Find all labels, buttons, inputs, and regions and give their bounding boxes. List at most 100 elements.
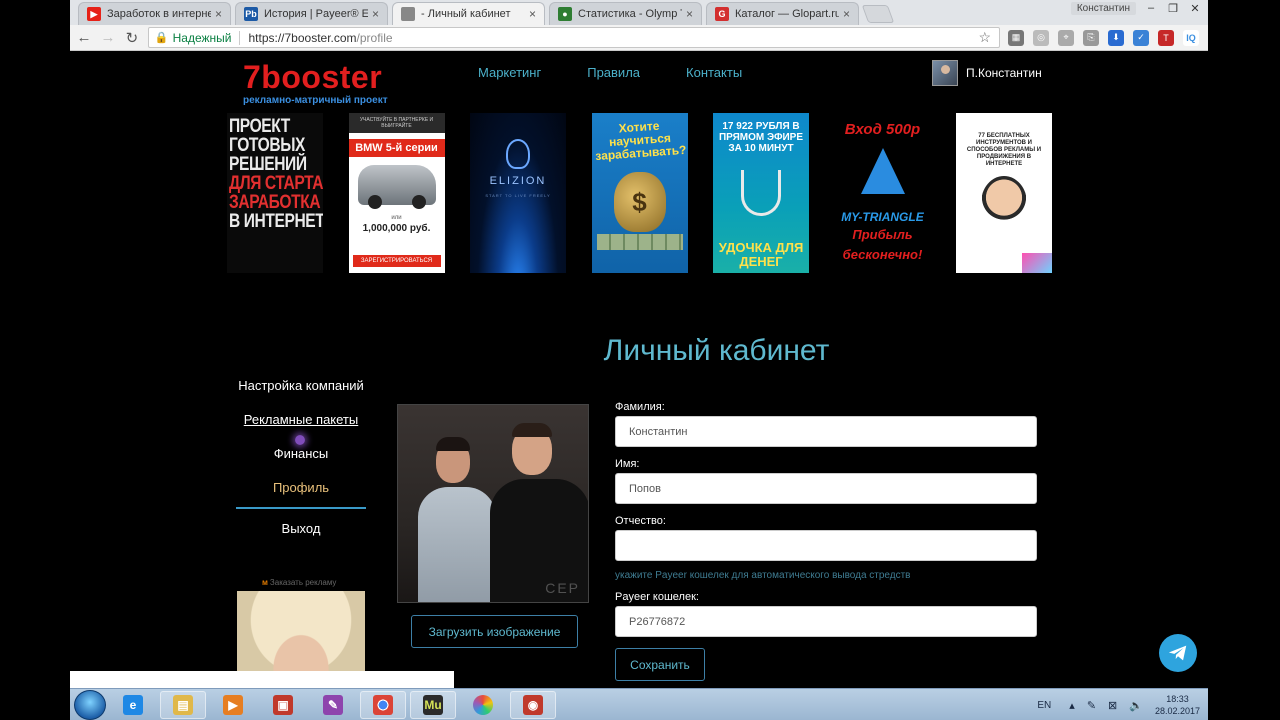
extension-icon[interactable]: ◎ [1033,29,1049,46]
banner-bmw[interactable]: УЧАСТВУЙТЕ В ПАРТНЕРКЕ И ВЫИГРАЙТЕ BMW 5… [348,113,445,273]
secure-label: Надежный [172,30,232,45]
logo-text: 7booster [243,59,383,95]
user-menu[interactable]: П.Константин [932,60,1042,86]
save-button[interactable]: Сохранить [615,648,705,681]
explorer-icon[interactable]: ▤ [160,690,206,719]
extension-icon[interactable]: T [1158,29,1174,46]
tab-close-icon[interactable]: × [215,7,222,21]
browser-tab[interactable]: Pb История | Payeer® E-W × [235,2,388,25]
photo-watermark: СЕР [545,580,580,596]
order-ad-label[interactable]: м Заказать рекламу [262,578,336,587]
mouse-cursor [295,435,305,445]
payeer-wallet-field[interactable]: P26776872 [615,606,1037,637]
chrome-icon[interactable] [360,690,406,719]
muse-icon[interactable]: Mu [410,690,456,719]
tab-title: Заработок в интернете [107,8,211,20]
tab-close-icon[interactable]: × [686,7,693,21]
banner-77-tools[interactable]: 77 БЕСПЛАТНЫХ ИНСТРУМЕНТОВ И СПОСОБОВ РЕ… [956,113,1052,273]
pinwheel-app-icon[interactable] [460,691,506,719]
screen-recorder-icon[interactable]: ◉ [510,690,556,719]
youtube-icon: ▶ [87,7,101,21]
tab-title: Статистика - Olymp Trade [578,8,682,20]
extension-icon[interactable]: ⬇ [1108,29,1124,46]
user-name: П.Константин [966,66,1042,80]
pen-tray-icon[interactable]: ✎ [1087,699,1096,712]
payeer-hint: укажите Payeer кошелек для автоматическо… [615,570,911,581]
extension-icon[interactable]: ▦ [1008,29,1024,46]
side-menu-item-finance[interactable]: Финансы [236,446,366,461]
person-right [490,423,588,602]
bookmark-star-icon[interactable]: ☆ [978,29,991,46]
network-icon[interactable]: ⊠ [1108,699,1117,712]
patronymic-label: Отчество: [615,515,666,527]
profile-chip[interactable]: Константин [1070,2,1136,15]
browser-tab[interactable]: ● Статистика - Olymp Trade × [549,2,702,25]
surname-field[interactable]: Константин [615,416,1037,447]
volume-icon[interactable]: 🔈 [1129,699,1143,712]
address-bar[interactable]: 🔒 Надежный https://7booster.com/profile … [147,27,1000,48]
banner-my-triangle[interactable]: Вход 500р MY-TRIANGLE Прибыль бесконечно… [834,113,931,273]
start-button[interactable] [74,689,106,720]
banner-brand: MY-TRIANGLE [841,210,924,224]
banner-line: ЗАРАБОТКА [229,192,321,213]
web-page: 7booster рекламно-матричный проект Марке… [70,52,1208,688]
extension-icon[interactable]: ⎘ [1083,29,1099,46]
nav-link-rules[interactable]: Правила [587,65,640,80]
browser-tabstrip: ▶ Заработок в интернете × Pb История | Payee… [70,0,1208,25]
back-icon[interactable]: ← [74,27,94,49]
pen-app-icon[interactable]: ✎ [310,691,356,719]
nav-link-marketing[interactable]: Маркетинг [478,65,541,80]
clock[interactable]: 18:33 28.02.2017 [1155,693,1200,717]
name-field[interactable]: Попов [615,473,1037,504]
extension-icon[interactable]: ✓ [1133,29,1149,46]
tab-close-icon[interactable]: × [843,7,850,21]
tab-close-icon[interactable]: × [529,7,536,21]
patronymic-field[interactable] [615,530,1037,561]
site-logo[interactable]: 7booster рекламно-матричный проект [243,60,388,106]
side-menu-item-logout[interactable]: Выход [236,521,366,536]
video-app-icon[interactable]: ▣ [260,691,306,719]
restore-icon[interactable]: ❐ [1162,0,1184,16]
banner-earn[interactable]: Хотите научиться зарабатывать? $ [591,113,688,273]
banner-or: или [391,215,402,221]
media-player-icon[interactable]: ▶ [210,691,256,719]
payeer-icon: Pb [244,7,258,21]
car-image [357,165,436,209]
side-menu-item-ad-packages[interactable]: Рекламные пакеты [236,412,366,427]
extension-icon[interactable]: ⌖ [1058,29,1074,46]
tab-close-icon[interactable]: × [372,7,379,21]
banner-fishing-rod[interactable]: 17 922 РУБЛЯ В ПРЯМОМ ЭФИРЕ ЗА 10 МИНУТ … [713,113,809,273]
banner-register-button: ЗАРЕГИСТРИРОВАТЬСЯ [352,255,441,267]
cash-image [596,234,683,250]
forward-icon[interactable]: → [98,27,118,49]
browser-tab[interactable]: ▶ Заработок в интернете × [78,2,231,25]
nav-link-contacts[interactable]: Контакты [686,65,742,80]
m-icon: м [262,578,268,587]
new-tab-button[interactable] [861,5,895,23]
side-menu-item-campaigns[interactable]: Настройка компаний [236,378,366,393]
tab-title: Каталог — Glopart.ru [735,8,839,20]
tray-arrow-icon[interactable]: ▴ [1069,699,1075,712]
clock-time: 18:33 [1166,694,1189,704]
language-indicator[interactable]: EN [1037,700,1051,711]
minimize-icon[interactable]: – [1140,0,1162,16]
active-indicator [236,507,366,509]
banner-line: ДЛЯ СТАРТА [229,173,323,194]
upload-image-button[interactable]: Загрузить изображение [411,615,578,648]
banner-headline: 17 922 РУБЛЯ В ПРЯМОМ ЭФИРЕ ЗА 10 МИНУТ [718,121,804,154]
reload-icon[interactable]: ↻ [122,27,142,49]
windows-taskbar: e ▤ ▶ ▣ ✎ Mu ◉ EN ▴ ✎ ⊠ 🔈 18:33 28.02.20… [70,688,1208,720]
ie-icon[interactable]: e [110,691,156,719]
side-menu-item-profile[interactable]: Профиль [236,480,366,495]
glopart-icon: G [715,7,729,21]
elizion-logo-icon [506,139,530,169]
banner-ready-solutions[interactable]: ПРОЕКТ ГОТОВЫХ РЕШЕНИЙ ДЛЯ СТАРТА ЗАРАБО… [227,113,323,273]
tab-title: История | Payeer® E-W [264,8,368,20]
extension-icon[interactable]: IQ [1183,29,1199,46]
telegram-icon[interactable] [1159,634,1197,672]
browser-tab[interactable]: - Личный кабинет × [392,2,545,25]
browser-tab[interactable]: G Каталог — Glopart.ru × [706,2,859,25]
olymp-icon: ● [558,7,572,21]
close-window-icon[interactable]: ✕ [1184,0,1206,16]
banner-elizion[interactable]: ELIZION START TO LIVE FREELY [470,113,566,273]
